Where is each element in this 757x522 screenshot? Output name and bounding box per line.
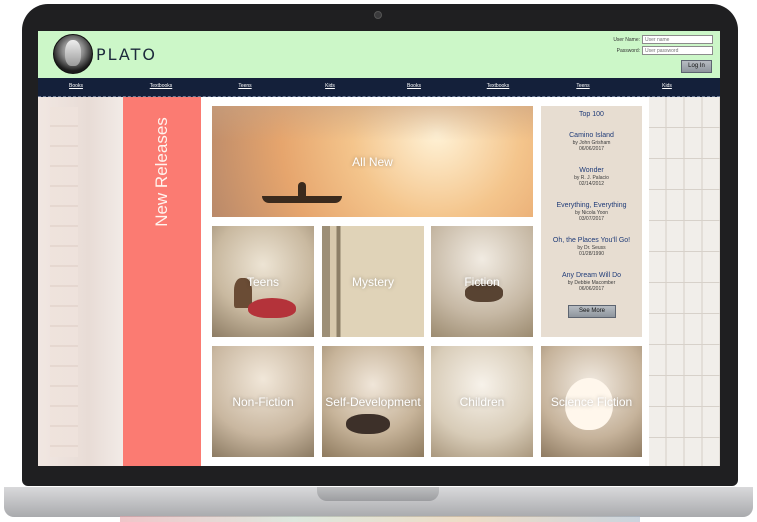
laptop-base-notch [317, 487, 439, 501]
background-image-left [38, 97, 123, 466]
boar-image [346, 414, 390, 434]
nav-link-kids[interactable]: Kids [325, 83, 335, 89]
site-logo-text[interactable]: PLATO [96, 45, 157, 64]
site-header: PLATO User Name: Password: Log In [38, 31, 720, 78]
boat-image [262, 196, 342, 203]
category-tile-teens[interactable]: Teens [212, 226, 314, 337]
new-releases-heading: New Releases [152, 117, 171, 227]
nav-link-books[interactable]: Books [69, 83, 83, 89]
category-label-children: Children [459, 394, 505, 409]
password-input[interactable] [642, 46, 713, 55]
category-label-all-new: All New [352, 154, 393, 169]
login-button[interactable]: Log In [681, 60, 712, 73]
category-label-mystery: Mystery [352, 274, 394, 289]
top-book-date: 03/07/2017 [578, 216, 605, 222]
nav-link-kids-2[interactable]: Kids [662, 83, 672, 89]
category-tile-children[interactable]: Children [431, 346, 533, 457]
category-label-science-fiction: Science Fiction [550, 394, 633, 409]
rower-image [298, 182, 306, 196]
top-book-title[interactable]: Wonder [541, 167, 642, 175]
top-100-title: Top 100 [579, 111, 604, 118]
nav-link-books-2[interactable]: Books [407, 83, 421, 89]
top-book-title[interactable]: Camino Island [541, 132, 642, 140]
nav-link-textbooks[interactable]: Textbooks [150, 83, 173, 89]
red-dress-image [248, 298, 296, 318]
password-label: Password: [616, 48, 640, 54]
top-100-panel: Top 100 Camino Island by John Grisham 06… [541, 106, 642, 337]
category-tile-self-development[interactable]: Self-Development [322, 346, 424, 457]
category-label-self-development: Self-Development [325, 394, 421, 409]
category-tile-non-fiction[interactable]: Non-Fiction [212, 346, 314, 457]
category-tile-all-new[interactable]: All New [212, 106, 533, 217]
nav-link-teens-2[interactable]: Teens [576, 83, 589, 89]
main-nav: Books Textbooks Teens Kids Books Textboo… [38, 78, 720, 97]
nav-link-textbooks-2[interactable]: Textbooks [487, 83, 510, 89]
see-more-button[interactable]: See More [568, 305, 616, 318]
background-image-right [649, 97, 720, 466]
category-tile-fiction[interactable]: Fiction [431, 226, 533, 337]
top-book-title[interactable]: Any Dream Will Do [541, 272, 642, 280]
category-tile-science-fiction[interactable]: Science Fiction [541, 346, 642, 457]
username-input[interactable] [642, 35, 713, 44]
top-book-date: 06/06/2017 [578, 286, 605, 292]
category-tile-mystery[interactable]: Mystery [322, 226, 424, 337]
top-book-date: 06/06/2017 [578, 146, 605, 152]
nav-link-teens[interactable]: Teens [238, 83, 251, 89]
top-book-date: 02/14/2012 [578, 181, 605, 187]
reflection-strip [120, 516, 640, 522]
main-content: All New Teens Mystery Fiction Top 100 Ca… [201, 97, 649, 466]
top-book-title[interactable]: Everything, Everything [541, 202, 642, 210]
webcam-icon [374, 11, 382, 19]
category-label-non-fiction: Non-Fiction [232, 394, 294, 409]
browser-screen: PLATO User Name: Password: Log In Books … [38, 31, 720, 466]
top-book-title[interactable]: Oh, the Places You'll Go! [541, 237, 642, 245]
category-label-teens: Teens [246, 274, 280, 289]
top-book-date: 01/28/1990 [578, 251, 605, 257]
plato-face-icon [65, 40, 81, 66]
username-label: User Name: [613, 37, 640, 43]
category-label-fiction: Fiction [464, 274, 500, 289]
